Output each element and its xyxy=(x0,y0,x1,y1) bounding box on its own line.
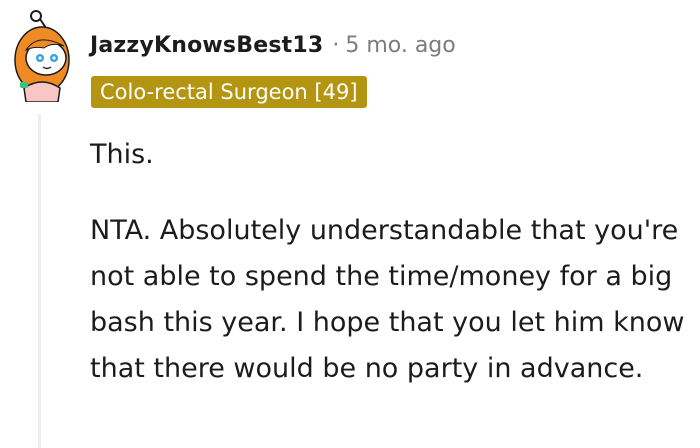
comment-paragraph: NTA. Absolutely understandable that you'… xyxy=(90,215,685,384)
comment-body: This. NTA. Absolutely understandable tha… xyxy=(90,132,690,392)
thread-line[interactable] xyxy=(38,114,41,448)
user-flair-badge: Colo-rectal Surgeon [49] xyxy=(91,76,367,108)
meta-separator: · xyxy=(332,32,340,58)
comment-timestamp[interactable]: 5 mo. ago xyxy=(345,33,455,58)
author-username[interactable]: JazzyKnowsBest13 xyxy=(90,33,323,58)
user-avatar-icon[interactable] xyxy=(8,10,78,103)
comment: JazzyKnowsBest13 · 5 mo. ago Colo-rectal… xyxy=(0,0,700,448)
comment-paragraph: This. xyxy=(90,139,154,170)
comment-header: JazzyKnowsBest13 · 5 mo. ago xyxy=(90,28,456,62)
